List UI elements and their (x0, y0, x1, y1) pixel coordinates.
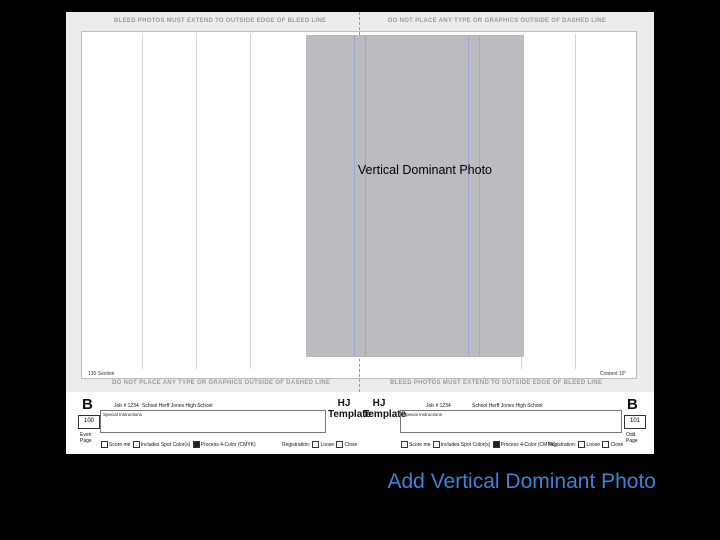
column-guide (468, 35, 469, 357)
vertical-dominant-photo[interactable] (306, 35, 524, 357)
bottom-bleed-note-left: DO NOT PLACE ANY TYPE OR GRAPHICS OUTSID… (112, 380, 331, 386)
checkbox[interactable] (312, 441, 320, 448)
template-label-b: HJ Template (363, 398, 407, 420)
print-options-right: Score me Includes Spot Color(s) Process … (400, 441, 556, 448)
column-guide (575, 34, 576, 369)
checkbox[interactable] (401, 441, 408, 448)
special-instructions-label: Special Instructions (103, 412, 143, 417)
top-bleed-note-right: DO NOT PLACE ANY TYPE OR GRAPHICS OUTSID… (388, 18, 607, 24)
page-type-left: Even Page (80, 432, 92, 444)
option-label: Score me (109, 441, 131, 448)
checkbox[interactable] (101, 441, 108, 448)
checkbox[interactable] (132, 441, 140, 448)
section-label-left: 130 Section (88, 371, 115, 377)
column-guide (354, 35, 355, 357)
job-ticket-footer: B Job # 1234 School Herff Jones High Sch… (66, 396, 654, 454)
page-type-right: Odd Page (626, 432, 638, 444)
checkbox[interactable] (602, 441, 610, 448)
special-instructions-left[interactable]: Special Instructions (100, 410, 326, 433)
checkbox[interactable] (492, 441, 500, 448)
job-number-left: Job # 1234 (114, 403, 139, 409)
checkbox[interactable] (192, 441, 200, 448)
photo-label: Vertical Dominant Photo (357, 163, 492, 177)
footer-letter-left: B (82, 396, 93, 413)
option-label: Includes Spot Color(s) (140, 441, 191, 448)
registration-left: Registration: Loose Close (282, 441, 357, 448)
special-instructions-right[interactable]: Special Instructions (400, 410, 622, 433)
bottom-bleed-note-right: BLEED PHOTOS MUST EXTEND TO OUTSIDE EDGE… (390, 380, 603, 386)
registration-label: Registration: (548, 441, 577, 448)
registration-right: Registration: Loose Close (548, 441, 623, 448)
template-label-a: HJ Template (328, 398, 372, 420)
option-label: Close (610, 441, 624, 448)
school-name-right: School Herff Jones High School (472, 403, 543, 409)
column-guide (196, 34, 197, 369)
option-label: Close (344, 441, 358, 448)
column-guide (365, 35, 366, 357)
column-guide (479, 35, 480, 357)
job-number-right: Job # 1234 (426, 403, 451, 409)
registration-label: Registration: (282, 441, 311, 448)
column-guide (250, 34, 251, 369)
top-bleed-note-left: BLEED PHOTOS MUST EXTEND TO OUTSIDE EDGE… (114, 18, 327, 24)
option-label: Loose (586, 441, 601, 448)
slide-caption: Add Vertical Dominant Photo (387, 470, 657, 493)
checkbox[interactable] (432, 441, 440, 448)
option-label: Process 4-Color (CMYK) (200, 441, 256, 448)
option-label: Loose (320, 441, 335, 448)
option-label: Includes Spot Color(s) (440, 441, 491, 448)
option-label: Score me (409, 441, 431, 448)
checkbox[interactable] (578, 441, 586, 448)
print-options-left: Score me Includes Spot Color(s) Process … (100, 441, 256, 448)
footer-letter-right: B (627, 396, 638, 413)
checkbox[interactable] (336, 441, 344, 448)
section-label-right: Content 10" (600, 371, 627, 377)
special-instructions-label: Special Instructions (403, 412, 443, 417)
spread-template-sheet: BLEED PHOTOS MUST EXTEND TO OUTSIDE EDGE… (66, 12, 654, 454)
page-number-left[interactable]: 100 (78, 415, 100, 429)
column-guide (142, 34, 143, 369)
school-name-left: School Herff Jones High School (142, 403, 213, 409)
page-number-right[interactable]: 101 (624, 415, 646, 429)
